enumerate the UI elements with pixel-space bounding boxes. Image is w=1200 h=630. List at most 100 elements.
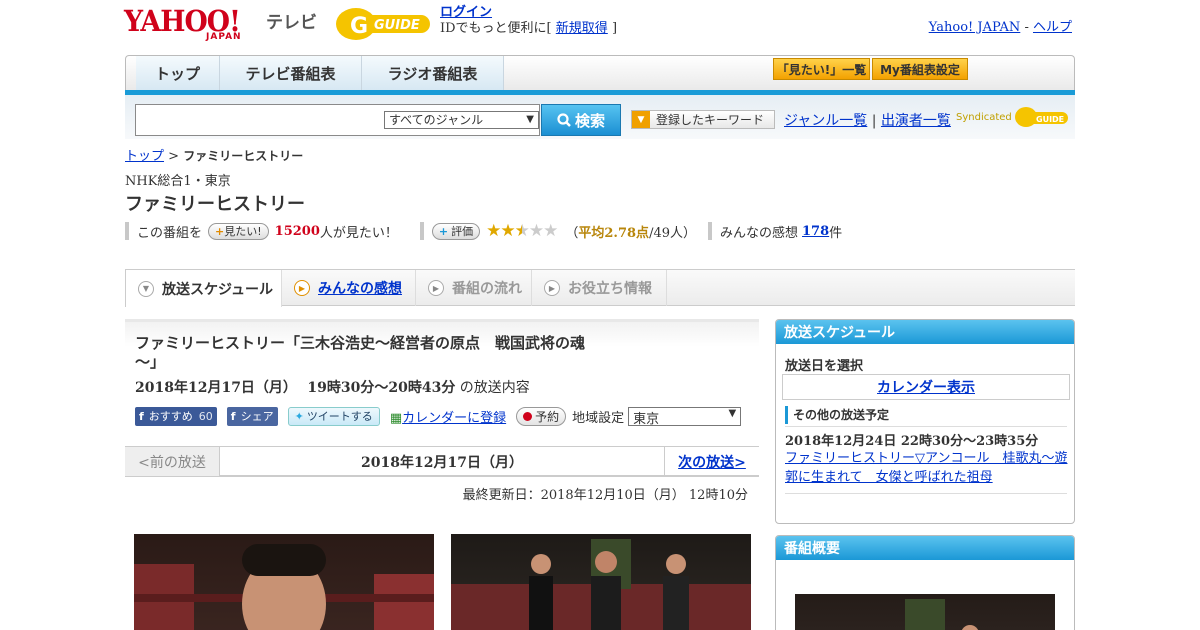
login-link[interactable]: ログイン — [440, 5, 492, 20]
login-prefix: IDでもっと便利に[ — [440, 21, 552, 36]
tab-label: みんなの感想 — [318, 281, 402, 297]
schedule-panel: 放送スケジュール 放送日を選択 カレンダー表示 その他の放送予定 2018年12… — [775, 319, 1075, 524]
rate-button[interactable]: + 評価 — [431, 222, 481, 240]
calendar-button[interactable]: カレンダー表示 — [782, 374, 1070, 400]
summary-panel: 番組概要 — [775, 535, 1075, 630]
program-tabs: ▼ 放送スケジュール ▶ みんなの感想 ▶ 番組の流れ ▶ お役立ち情報 — [125, 269, 1075, 307]
divider — [419, 222, 424, 240]
nav-tab-radio-schedule[interactable]: ラジオ番組表 — [362, 56, 504, 90]
air-time: 19時30分～20時43分 — [307, 380, 456, 396]
summary-panel-header: 番組概要 — [776, 536, 1074, 560]
svg-text:GUIDE: GUIDE — [374, 18, 420, 33]
calendar-register[interactable]: ▦カレンダーに登録 — [390, 407, 506, 426]
next-broadcast-link[interactable]: 次の放送> — [664, 447, 759, 476]
syndicated-label: Syndicated — [956, 111, 1012, 123]
gguide-logo: GUIDE G — [336, 8, 430, 40]
last-updated: 最終更新日：2018年12月10日（月） 12時10分 — [462, 488, 748, 503]
tab-label: お役立ち情報 — [568, 281, 652, 297]
pager-current-date: 2018年12月17日（月） — [361, 454, 523, 471]
rating-open: （ — [565, 225, 579, 241]
other-broadcast-date: 2018年12月24日 22時30分～23時35分 — [785, 434, 1039, 449]
rating-stars: ★★★★★ — [486, 221, 558, 241]
region-selected: 東京 — [633, 411, 660, 427]
breadcrumb: トップ > ファミリーヒストリー — [125, 145, 303, 164]
reserve-button[interactable]: 予約 — [516, 406, 567, 426]
breadcrumb-current: ファミリーヒストリー — [183, 149, 304, 163]
rate-button-label: 評価 — [451, 225, 474, 238]
chevron-down-icon: ▼ — [526, 114, 534, 125]
tab-program-flow: ▶ 番組の流れ — [416, 270, 532, 306]
nav-tab-top[interactable]: トップ — [136, 56, 220, 90]
program-stats: この番組を + 見たい! 15200 人が見たい！ + 評価 ★★★★★ （平均2.… — [125, 220, 842, 242]
other-broadcast-link[interactable]: ファミリーヒストリー▽アンコール 桂歌丸～遊郭に生まれて 女傑と呼ばれた祖母 — [785, 449, 1070, 487]
comments-label: みんなの感想 — [720, 225, 799, 241]
star-icon: ★ — [486, 221, 501, 241]
channel-name: NHK総合1・東京 — [125, 174, 231, 189]
genre-select[interactable]: すべてのジャンル ▼ — [384, 111, 539, 129]
login-suffix: ] — [611, 21, 618, 36]
tab-useful-info: ▶ お役立ち情報 — [532, 270, 667, 306]
episode-photo-image — [451, 539, 751, 630]
registered-keyword-button[interactable]: ▼ 登録したキーワード — [631, 110, 775, 129]
syndicated-badge: Syndicated GUIDE — [956, 106, 1070, 128]
help-link[interactable]: ヘルプ — [1033, 20, 1072, 35]
region-select[interactable]: 東京 ▼ — [628, 406, 742, 427]
star-empty-icon: ★ — [528, 221, 544, 241]
fb-recommend-label: おすすめ — [148, 410, 193, 423]
yahoo-japan-link[interactable]: Yahoo! JAPAN — [929, 20, 1021, 35]
search-button[interactable]: 検索 — [541, 104, 621, 136]
star-empty-icon: ★ — [543, 221, 558, 241]
plus-icon: + — [438, 224, 449, 238]
summary-photo-image — [905, 599, 979, 630]
yahoo-japan-logo[interactable]: YAHOO! JAPAN — [124, 6, 250, 42]
other-schedule-header: その他の放送予定 — [785, 406, 1067, 424]
want-suffix: 人が見たい！ — [319, 225, 398, 241]
breadcrumb-home[interactable]: トップ — [125, 149, 164, 164]
yahoo-logo-sub: JAPAN — [206, 32, 242, 42]
want-button[interactable]: + 見たい! — [208, 222, 269, 240]
rating-average: 平均2.78点 — [578, 225, 650, 241]
rating-count: /49人） — [649, 225, 696, 241]
comments-count-link[interactable]: 178 — [802, 224, 829, 239]
my-schedule-button[interactable]: My番組表設定 — [872, 58, 968, 80]
divider — [708, 222, 712, 240]
facebook-share-button[interactable]: f シェア — [226, 406, 278, 426]
episode-photo — [134, 534, 434, 630]
triangle-down-icon: ▼ — [632, 111, 650, 128]
facebook-icon: f — [230, 409, 236, 423]
want-count: 15200 — [274, 223, 320, 239]
episode-photo — [451, 534, 751, 630]
facebook-icon: f — [139, 409, 144, 423]
calendar-button-label: カレンダー表示 — [877, 380, 975, 396]
want-list-button[interactable]: 「見たい!」一覧 — [773, 58, 870, 80]
fb-recommend-count: 60 — [198, 409, 213, 423]
search-icon — [557, 113, 571, 127]
play-icon: ▶ — [544, 280, 560, 296]
tab-comments[interactable]: ▶ みんなの感想 — [282, 270, 416, 306]
fb-share-label: シェア — [240, 410, 274, 423]
tweet-label: ツイートする — [306, 410, 373, 423]
want-prefix: この番組を — [137, 225, 203, 241]
tab-schedule[interactable]: ▼ 放送スケジュール — [125, 270, 282, 307]
nav-tab-tv-schedule[interactable]: テレビ番組表 — [220, 56, 362, 90]
comments-suffix: 件 — [829, 225, 843, 241]
prev-broadcast: <前の放送 — [125, 447, 220, 476]
facebook-recommend-button[interactable]: f おすすめ 60 — [135, 406, 217, 426]
episode-photo-image — [134, 544, 434, 630]
genre-list-link[interactable]: ジャンル一覧 — [784, 113, 867, 129]
tab-label: 放送スケジュール — [162, 281, 274, 298]
select-date-label: 放送日を選択 — [785, 359, 864, 374]
search-links: ジャンル一覧 | 出演者一覧 — [784, 110, 951, 130]
tweet-button[interactable]: ✦ ツイートする — [287, 406, 380, 426]
signup-link[interactable]: 新規取得 — [556, 21, 608, 36]
registered-keyword-label: 登録したキーワード — [656, 113, 765, 127]
chevron-down-icon: ▼ — [728, 407, 737, 419]
star-icon: ★ — [500, 221, 515, 241]
svg-text:G: G — [350, 14, 368, 39]
cast-list-link[interactable]: 出演者一覧 — [881, 113, 951, 129]
plus-icon: + — [215, 224, 225, 238]
calendar-register-link[interactable]: カレンダーに登録 — [402, 411, 506, 426]
share-row: f おすすめ 60 f シェア ✦ ツイートする ▦カレンダーに登録 予約 地域設定 東… — [135, 405, 742, 427]
calendar-plus-icon: ▦ — [389, 410, 403, 426]
region-label: 地域設定 — [572, 410, 625, 426]
